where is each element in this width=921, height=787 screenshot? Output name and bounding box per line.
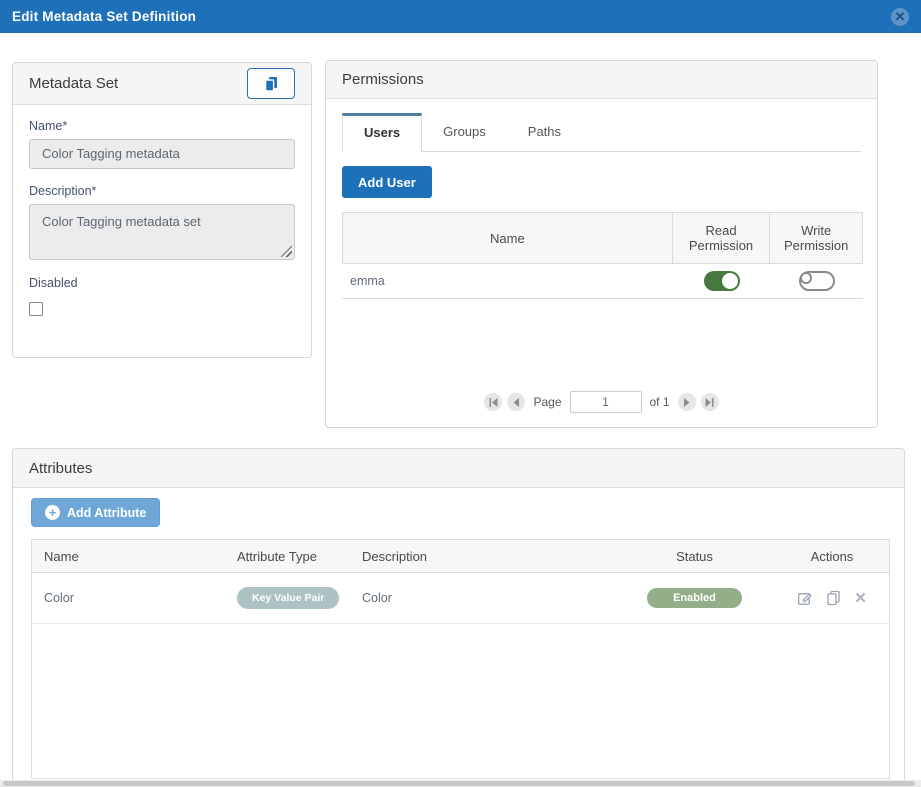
add-attribute-button[interactable]: + Add Attribute <box>31 498 160 527</box>
page-of-label: of 1 <box>647 395 673 409</box>
edit-metadata-set-modal: Edit Metadata Set Definition ✕ Metadata … <box>0 0 921 787</box>
last-page-icon <box>705 398 714 407</box>
column-header-attribute-type: Attribute Type <box>237 540 362 572</box>
add-attribute-label: Add Attribute <box>67 506 146 520</box>
column-header-status: Status <box>612 540 777 572</box>
metadata-set-panel-title: Metadata Set <box>29 75 118 92</box>
read-permission-toggle[interactable] <box>704 271 740 291</box>
prev-page-button[interactable] <box>507 393 525 411</box>
description-field[interactable]: Color Tagging metadata set <box>29 204 295 260</box>
user-name: emma <box>342 264 673 298</box>
copy-icon <box>262 75 280 93</box>
attributes-table: Name Attribute Type Description Status A… <box>31 539 890 779</box>
column-header-write-permission: Write Permission <box>770 213 862 263</box>
copy-metadata-set-button[interactable] <box>247 68 295 99</box>
write-permission-toggle[interactable] <box>799 271 835 291</box>
attribute-name: Color <box>32 573 237 623</box>
attributes-panel-header: Attributes <box>13 449 904 488</box>
metadata-set-panel: Metadata Set Name* Color Tagging metadat… <box>12 62 312 358</box>
column-header-name: Name <box>343 213 673 263</box>
table-row: emma <box>342 264 863 299</box>
disabled-checkbox[interactable] <box>29 302 43 316</box>
toggle-knob <box>722 273 738 289</box>
column-header-description: Description <box>362 540 612 572</box>
copy-attribute-button[interactable] <box>826 590 841 606</box>
permissions-tabs: Users Groups Paths <box>342 113 861 152</box>
pagination: Page of 1 <box>326 391 877 413</box>
toggle-knob <box>800 272 812 284</box>
permissions-panel-header: Permissions <box>326 61 877 99</box>
attributes-panel: Attributes + Add Attribute Name Attribut… <box>12 448 905 787</box>
attribute-type-badge: Key Value Pair <box>237 587 339 609</box>
plus-icon: + <box>45 505 60 520</box>
edit-icon <box>797 590 813 606</box>
description-label: Description* <box>29 184 295 198</box>
modal-titlebar: Edit Metadata Set Definition ✕ <box>0 0 921 33</box>
name-field[interactable]: Color Tagging metadata <box>29 139 295 169</box>
users-permission-table: Name Read Permission Write Permission em… <box>342 212 863 299</box>
first-page-icon <box>489 398 498 407</box>
metadata-set-panel-body: Name* Color Tagging metadata Description… <box>13 105 311 335</box>
scrollbar-thumb[interactable] <box>3 781 915 786</box>
attributes-table-header: Name Attribute Type Description Status A… <box>32 540 889 573</box>
attribute-description: Color <box>362 573 612 623</box>
tab-groups[interactable]: Groups <box>422 113 507 151</box>
description-value: Color Tagging metadata set <box>42 214 201 229</box>
delete-attribute-button[interactable]: ✕ <box>854 591 867 606</box>
column-header-actions: Actions <box>777 540 887 572</box>
last-page-button[interactable] <box>701 393 719 411</box>
metadata-set-panel-header: Metadata Set <box>13 63 311 105</box>
attributes-panel-body: + Add Attribute Name Attribute Type Desc… <box>13 488 904 787</box>
copy-icon <box>826 590 841 606</box>
page-label: Page <box>530 395 564 409</box>
permissions-panel-title: Permissions <box>342 71 424 88</box>
edit-attribute-button[interactable] <box>797 590 813 606</box>
permissions-panel: Permissions Users Groups Paths Add User … <box>325 60 878 428</box>
permissions-panel-body: Users Groups Paths Add User Name Read Pe… <box>326 99 877 427</box>
status-badge: Enabled <box>647 588 742 608</box>
attributes-panel-title: Attributes <box>29 460 92 477</box>
tab-users[interactable]: Users <box>342 113 422 152</box>
users-table-header: Name Read Permission Write Permission <box>342 212 863 264</box>
tab-paths[interactable]: Paths <box>507 113 582 151</box>
next-page-button[interactable] <box>678 393 696 411</box>
first-page-button[interactable] <box>484 393 502 411</box>
page-number-input[interactable] <box>570 391 642 413</box>
add-user-button[interactable]: Add User <box>342 166 432 198</box>
modal-title: Edit Metadata Set Definition <box>12 9 196 24</box>
resize-handle-icon[interactable] <box>281 246 292 257</box>
horizontal-scrollbar[interactable] <box>0 780 921 787</box>
close-icon[interactable]: ✕ <box>891 8 909 26</box>
column-header-name: Name <box>32 540 237 572</box>
disabled-label: Disabled <box>29 276 295 290</box>
column-header-read-permission: Read Permission <box>673 213 771 263</box>
next-page-icon <box>682 398 691 407</box>
prev-page-icon <box>512 398 521 407</box>
table-row: Color Key Value Pair Color Enabled <box>32 573 889 624</box>
name-label: Name* <box>29 119 295 133</box>
